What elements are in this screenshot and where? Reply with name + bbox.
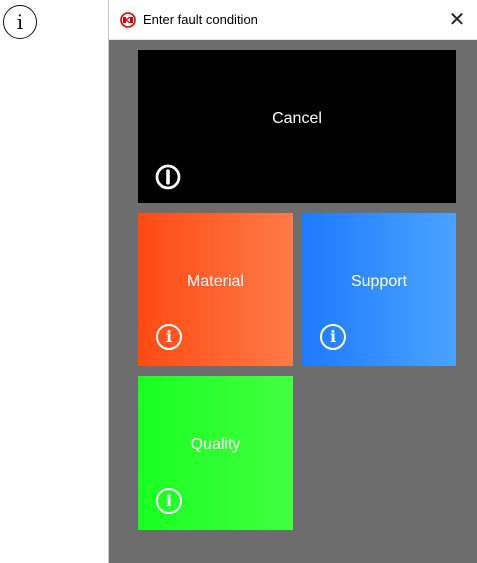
info-glyph: i xyxy=(165,327,173,346)
info-icon: i xyxy=(320,324,346,350)
info-icon[interactable]: i xyxy=(3,5,37,39)
fault-condition-window: Enter fault condition ✕ Cancel Material … xyxy=(108,0,477,563)
quality-tile[interactable]: Quality i xyxy=(138,376,293,530)
cancel-tile[interactable]: Cancel xyxy=(138,50,456,203)
close-button[interactable]: ✕ xyxy=(443,6,471,34)
cancel-label: Cancel xyxy=(272,109,322,127)
info-icon: i xyxy=(156,488,182,514)
support-label: Support xyxy=(350,272,408,290)
material-label: Material xyxy=(187,272,244,290)
info-glyph: i xyxy=(16,10,24,34)
window-title: Enter fault condition xyxy=(143,12,258,27)
quality-label: Quality xyxy=(190,436,241,453)
titlebar: Enter fault condition ✕ xyxy=(109,0,477,40)
close-icon: ✕ xyxy=(448,9,466,31)
info-glyph: i xyxy=(165,491,173,510)
info-icon: i xyxy=(156,324,182,350)
support-tile[interactable]: Support i xyxy=(302,213,456,366)
info-glyph: i xyxy=(329,327,337,346)
power-icon xyxy=(155,164,181,190)
material-tile[interactable]: Material i xyxy=(138,213,293,366)
app-logo-icon xyxy=(119,11,137,28)
